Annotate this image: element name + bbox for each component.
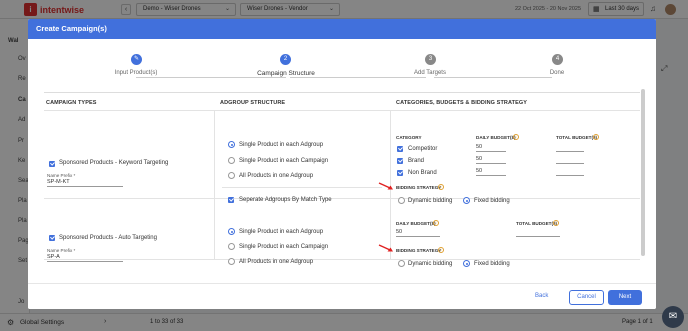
- sp-keyword-checkbox[interactable]: [49, 161, 55, 167]
- adgroup-radio[interactable]: [228, 228, 235, 235]
- daily-budget-input[interactable]: 50: [476, 156, 506, 164]
- campaign-type-label: Sponsored Products - Auto Targeting: [59, 235, 157, 241]
- total-budget-input[interactable]: [556, 156, 584, 164]
- category-checkbox[interactable]: [397, 146, 403, 152]
- adgroup-option-label: Single Product in each Adgroup: [239, 229, 324, 235]
- info-icon: i: [438, 184, 444, 190]
- campaign-structure-grid: CAMPAIGN TYPES ADGROUP STRUCTURE CATEGOR…: [44, 92, 640, 293]
- category-label: Brand: [408, 158, 425, 164]
- cancel-button[interactable]: Cancel: [569, 290, 604, 305]
- bidding-strategy-label: BIDDING STRATEGY: [396, 185, 442, 190]
- sp-auto-checkbox[interactable]: [49, 235, 55, 241]
- campaign-types-header: CAMPAIGN TYPES: [46, 100, 97, 106]
- total-budget-input[interactable]: [516, 229, 560, 237]
- adgroup-divider: [222, 187, 382, 188]
- category-checkbox[interactable]: [397, 158, 403, 164]
- total-budget-input[interactable]: [556, 144, 584, 152]
- step-2-label: Campaign Structure: [257, 70, 315, 77]
- bidding-radio[interactable]: [398, 260, 405, 267]
- create-campaign-modal: Create Campaign(s) ✎ 2 3 4 Input Product…: [28, 19, 656, 309]
- name-prefix-label: Name Prefix *: [47, 248, 76, 253]
- info-icon: i: [513, 134, 519, 140]
- category-checkbox[interactable]: [397, 170, 403, 176]
- step-1-done-icon: ✎: [131, 54, 142, 65]
- bidding-option-label: Dynamic bidding: [408, 198, 453, 204]
- name-prefix-label: Name Prefix *: [47, 173, 76, 178]
- daily-budget-input[interactable]: 50: [476, 144, 506, 152]
- step-connector: [136, 77, 286, 78]
- step-connector: [434, 77, 552, 78]
- daily-budget-header: DAILY BUDGET($): [396, 221, 436, 226]
- adgroup-option-label: Single Product in each Campaign: [239, 244, 329, 250]
- red-arrow-icon: [378, 244, 393, 252]
- step-2-indicator: 2: [280, 54, 291, 65]
- adgroup-radio[interactable]: [228, 258, 235, 265]
- adgroup-option-label: Single Product in each Adgroup: [239, 142, 324, 148]
- info-icon: i: [433, 220, 439, 226]
- bidding-radio[interactable]: [398, 197, 405, 204]
- row-divider: [44, 110, 640, 111]
- bidding-radio[interactable]: [463, 197, 470, 204]
- info-icon: i: [593, 134, 599, 140]
- adgroup-option-label: All Products in one Adgroup: [239, 173, 314, 179]
- adgroup-option-label: All Products in one Adgroup: [239, 259, 314, 265]
- bidding-option-label: Fixed bidding: [474, 198, 510, 204]
- adgroup-radio[interactable]: [228, 141, 235, 148]
- total-budget-header: TOTAL BUDGET($): [516, 221, 558, 226]
- step-3-label: Add Targets: [414, 70, 446, 76]
- modal-scrollbar[interactable]: [641, 89, 645, 256]
- chat-icon[interactable]: ✉: [662, 306, 684, 328]
- separate-adgroups-checkbox[interactable]: [228, 197, 234, 203]
- row-divider: [44, 198, 640, 199]
- back-button[interactable]: Back: [535, 293, 548, 299]
- categories-header: CATEGORIES, BUDGETS & BIDDING STRATEGY: [396, 100, 528, 106]
- adgroup-structure-header: ADGROUP STRUCTURE: [220, 100, 286, 106]
- bidding-strategy-label: BIDDING STRATEGY: [396, 248, 442, 253]
- step-1-label: Input Product(s): [114, 70, 158, 76]
- red-arrow-icon: [378, 182, 393, 190]
- step-4-label: Done: [549, 70, 565, 76]
- column-divider: [214, 110, 215, 259]
- adgroup-radio[interactable]: [228, 157, 235, 164]
- total-budget-header: TOTAL BUDGET($): [556, 135, 598, 140]
- info-icon: i: [553, 220, 559, 226]
- separate-adgroups-label: Seperate Adgroups By Match Type: [239, 197, 332, 203]
- step-connector: [290, 77, 426, 78]
- bidding-option-label: Dynamic bidding: [408, 261, 453, 267]
- category-label: Non Brand: [408, 170, 437, 176]
- next-button[interactable]: Next: [608, 290, 642, 305]
- total-budget-input[interactable]: [556, 168, 584, 176]
- adgroup-radio[interactable]: [228, 172, 235, 179]
- daily-budget-header: DAILY BUDGET($): [476, 135, 516, 140]
- category-header: CATEGORY: [396, 135, 422, 140]
- adgroup-option-label: Single Product in each Campaign: [239, 158, 329, 164]
- daily-budget-input[interactable]: 50: [396, 229, 440, 237]
- modal-title: Create Campaign(s): [28, 19, 656, 39]
- modal-footer: Back Cancel Next: [28, 283, 656, 309]
- name-prefix-input[interactable]: SP-M-KT: [47, 179, 123, 187]
- info-icon: i: [438, 247, 444, 253]
- bidding-radio[interactable]: [463, 260, 470, 267]
- adgroup-radio[interactable]: [228, 243, 235, 250]
- name-prefix-input[interactable]: SP-A: [47, 254, 123, 262]
- row-divider: [44, 259, 640, 260]
- category-label: Competitor: [408, 146, 438, 152]
- step-3-indicator: 3: [425, 54, 436, 65]
- step-4-indicator: 4: [552, 54, 563, 65]
- campaign-type-label: Sponsored Products - Keyword Targeting: [59, 160, 169, 166]
- daily-budget-input[interactable]: 50: [476, 168, 506, 176]
- bidding-option-label: Fixed bidding: [474, 261, 510, 267]
